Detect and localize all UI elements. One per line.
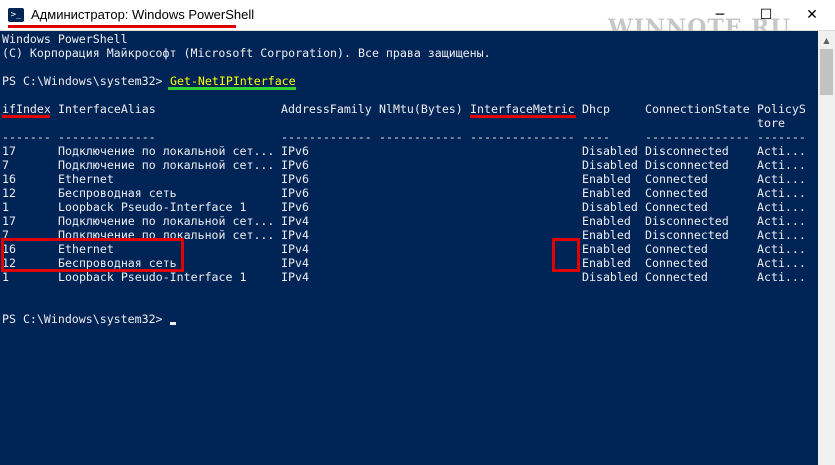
cell-state: Connected	[645, 242, 708, 256]
cell-dhcp: Enabled	[582, 186, 631, 200]
dash-family: -------------	[281, 130, 372, 144]
powershell-icon[interactable]: >_	[8, 8, 24, 22]
prompt-text-2: PS C:\Windows\system32>	[2, 312, 163, 326]
dash-dhcp: ----	[582, 130, 610, 144]
cell-policy: Acti...	[757, 200, 806, 214]
text-cursor	[170, 322, 176, 325]
cell-family: IPv6	[281, 186, 309, 200]
cell-family: IPv4	[281, 214, 309, 228]
cell-family: IPv6	[281, 158, 309, 172]
cell-alias: Loopback Pseudo-Interface 1	[58, 200, 247, 214]
cell-ifindex: 17	[2, 144, 16, 158]
table-header: ifIndex InterfaceAlias AddressFamily NlM…	[2, 102, 806, 116]
header-ifindex: ifIndex	[2, 102, 51, 116]
cell-policy: Acti...	[757, 158, 806, 172]
dash-state: ---------------	[645, 130, 750, 144]
cell-dhcp: Enabled	[582, 214, 631, 228]
cell-policy: Acti...	[757, 242, 806, 256]
prompt-line-2: PS C:\Windows\system32>	[2, 312, 163, 326]
cell-ifindex: 1	[2, 200, 9, 214]
cell-alias: Ethernet	[58, 172, 114, 186]
cell-ifindex: 7	[2, 158, 9, 172]
cell-family: IPv6	[281, 144, 309, 158]
header-alias: InterfaceAlias	[58, 102, 156, 116]
metric-highlight-underline	[470, 115, 576, 118]
dash-ifindex: -------	[2, 130, 51, 144]
cell-family: IPv6	[281, 172, 309, 186]
prompt-line: PS C:\Windows\system32> Get-NetIPInterfa…	[2, 74, 296, 88]
window-title: Администратор: Windows PowerShell	[31, 7, 255, 22]
table-header-wrap: tore	[2, 116, 785, 130]
table-dashes: ------- -------------- ------------- ---…	[2, 130, 806, 144]
cell-state: Disconnected	[645, 214, 729, 228]
cell-dhcp: Disabled	[582, 270, 638, 284]
cell-dhcp: Enabled	[582, 256, 631, 270]
cell-policy: Acti...	[757, 186, 806, 200]
cell-policy: Acti...	[757, 214, 806, 228]
scroll-thumb[interactable]	[820, 49, 833, 95]
header-metric: InterfaceMetric	[470, 102, 575, 116]
cell-state: Connected	[645, 256, 708, 270]
banner-line-2: (C) Корпорация Майкрософт (Microsoft Cor…	[2, 46, 491, 60]
cell-policy: Acti...	[757, 270, 806, 284]
scroll-up-arrow-icon[interactable]: ▲	[818, 35, 835, 47]
title-highlight-underline	[8, 25, 236, 28]
dash-mtu: ------------	[379, 130, 463, 144]
cell-state: Connected	[645, 172, 708, 186]
cell-policy: Acti...	[757, 144, 806, 158]
cell-state: Disconnected	[645, 144, 729, 158]
header-dhcp: Dhcp	[582, 102, 610, 116]
cell-dhcp: Enabled	[582, 242, 631, 256]
cell-alias: Беспроводная сеть	[58, 186, 177, 200]
command-highlight-underline	[168, 87, 296, 90]
cell-family: IPv4	[281, 270, 309, 284]
dash-alias: --------------	[58, 130, 156, 144]
cell-family: IPv4	[281, 228, 309, 242]
cell-state: Connected	[645, 186, 708, 200]
cell-dhcp: Disabled	[582, 200, 638, 214]
cell-dhcp: Disabled	[582, 158, 638, 172]
close-button[interactable]: ✕	[789, 0, 835, 30]
cell-ifindex: 16	[2, 172, 16, 186]
ifindex-highlight-underline	[2, 115, 50, 118]
cell-family: IPv6	[281, 200, 309, 214]
cell-alias: Подключение по локальной сет...	[58, 144, 275, 158]
minimize-button[interactable]: ─	[697, 0, 743, 30]
banner-line-1: Windows PowerShell	[2, 32, 128, 46]
cell-state: Disconnected	[645, 158, 729, 172]
cell-dhcp: Enabled	[582, 228, 631, 242]
cell-state: Connected	[645, 200, 708, 214]
header-mtu: NlMtu(Bytes)	[379, 102, 463, 116]
cell-alias: Подключение по локальной сет...	[58, 214, 275, 228]
cell-family: IPv4	[281, 256, 309, 270]
cell-policy: Acti...	[757, 256, 806, 270]
prompt-text: PS C:\Windows\system32>	[2, 74, 163, 88]
cell-ifindex: 12	[2, 186, 16, 200]
dash-policy: -------	[757, 130, 806, 144]
cell-ifindex: 1	[2, 270, 9, 284]
command-text: Get-NetIPInterface	[170, 74, 296, 88]
header-policy-wrap: tore	[757, 116, 785, 130]
cell-ifindex: 17	[2, 214, 16, 228]
title-bar[interactable]: >_ Администратор: Windows PowerShell WIN…	[0, 0, 835, 41]
header-state: ConnectionState	[645, 102, 750, 116]
maximize-button[interactable]: ☐	[743, 0, 789, 30]
header-policy: PolicyS	[757, 102, 806, 116]
cell-family: IPv4	[281, 242, 309, 256]
header-family: AddressFamily	[281, 102, 372, 116]
cell-policy: Acti...	[757, 228, 806, 242]
dash-metric: ---------------	[470, 130, 575, 144]
cell-dhcp: Enabled	[582, 172, 631, 186]
cell-state: Connected	[645, 270, 708, 284]
cell-alias: Loopback Pseudo-Interface 1	[58, 270, 247, 284]
cell-alias: Подключение по локальной сет...	[58, 158, 275, 172]
cell-dhcp: Disabled	[582, 144, 638, 158]
cell-policy: Acti...	[757, 172, 806, 186]
cell-state: Disconnected	[645, 228, 729, 242]
metrics-highlight-box	[552, 238, 580, 272]
interfaces-highlight-box	[1, 238, 184, 272]
vertical-scrollbar[interactable]: ▲	[818, 31, 835, 465]
